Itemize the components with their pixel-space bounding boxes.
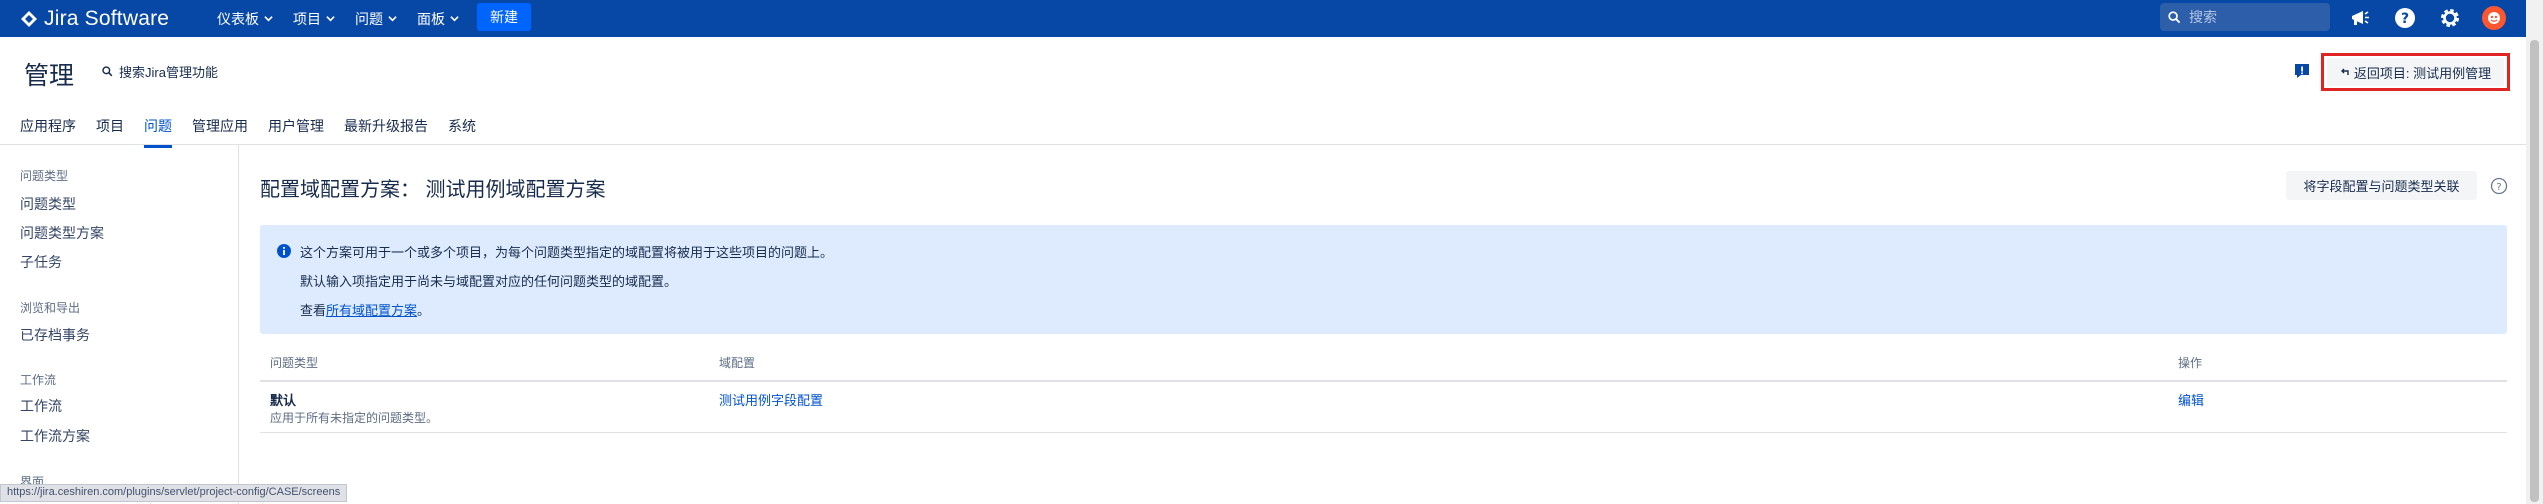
chevron-down-icon (388, 16, 397, 22)
top-navigation-bar: Jira Software 仪表板 项目 问题 面板 新建 ? (0, 0, 2543, 37)
help-icon[interactable]: ? (2392, 5, 2418, 31)
chevron-down-icon (450, 16, 459, 22)
svg-text:?: ? (2496, 182, 2501, 193)
settings-icon[interactable] (2437, 5, 2463, 31)
return-button-label: 返回项目: 测试用例管理 (2353, 65, 2492, 81)
admin-search-label: 搜索Jira管理功能 (119, 65, 218, 80)
search-icon (2168, 10, 2181, 23)
jira-logo[interactable]: Jira Software (20, 0, 169, 37)
notifications-icon[interactable] (2347, 5, 2373, 31)
sidebar-item-workflow-schemes[interactable]: 工作流方案 (20, 426, 90, 446)
nav-boards-label: 面板 (417, 10, 445, 27)
nav-issues-label: 问题 (355, 10, 383, 27)
tab-latest-upgrade-report[interactable]: 最新升级报告 (344, 116, 428, 146)
admin-tabs: 应用程序 项目 问题 管理应用 用户管理 最新升级报告 系统 (20, 116, 496, 148)
sidebar-heading-workflows: 工作流 (20, 373, 57, 387)
return-to-project-button[interactable]: 返回项目: 测试用例管理 (2321, 53, 2510, 91)
sidebar-item-archived-issues[interactable]: 已存档事务 (20, 325, 90, 345)
svg-text:?: ? (2401, 11, 2409, 27)
table-row-divider (260, 432, 2507, 433)
avatar[interactable] (2482, 6, 2506, 30)
row-issue-type: 默认 (270, 393, 297, 408)
create-button[interactable]: 新建 (477, 3, 531, 31)
nav-projects[interactable]: 项目 (293, 0, 335, 37)
info-line-3-prefix: 查看 (300, 303, 327, 318)
question-circle-icon[interactable]: ? (2490, 177, 2508, 195)
nav-boards[interactable]: 面板 (417, 0, 459, 37)
info-line-3: 查看所有域配置方案。 (300, 300, 430, 319)
global-search[interactable] (2160, 3, 2330, 31)
info-line-2: 默认输入项指定用于尚未与域配置对应的任何问题类型的域配置。 (300, 274, 678, 289)
tab-applications[interactable]: 应用程序 (20, 116, 76, 146)
link-preview-statusbar: https://jira.ceshiren.com/plugins/servle… (0, 484, 348, 502)
back-arrow-icon (2340, 68, 2349, 75)
row-edit-link[interactable]: 编辑 (2178, 390, 2204, 409)
info-message: 这个方案可用于一个或多个项目，为每个问题类型指定的域配置将被用于这些项目的问题上… (260, 225, 2507, 334)
nav-projects-label: 项目 (293, 10, 321, 27)
jira-diamond-icon (21, 10, 37, 27)
info-icon (277, 244, 291, 258)
tab-system[interactable]: 系统 (448, 116, 476, 146)
sidebar-heading-issue-types: 问题类型 (20, 169, 69, 183)
associate-field-config-button[interactable]: 将字段配置与问题类型关联 (2286, 171, 2477, 200)
feedback-icon[interactable] (2292, 61, 2312, 81)
all-field-config-schemes-link[interactable]: 所有域配置方案 (326, 303, 417, 318)
sidebar-item-issue-types[interactable]: 问题类型 (20, 194, 76, 214)
nav-issues[interactable]: 问题 (355, 0, 397, 37)
sidebar-heading-browse-export: 浏览和导出 (20, 301, 81, 315)
chevron-down-icon (264, 16, 273, 22)
sidebar-item-subtasks[interactable]: 子任务 (20, 252, 62, 272)
admin-page-title: 管理 (24, 62, 75, 90)
row-field-config-link[interactable]: 测试用例字段配置 (719, 390, 823, 409)
user-avatar-icon (2488, 12, 2500, 24)
column-header-actions: 操作 (2178, 356, 2203, 370)
scrollbar-thumb[interactable] (2530, 40, 2539, 502)
nav-dashboards-label: 仪表板 (217, 10, 259, 27)
sidebar-item-workflows[interactable]: 工作流 (20, 396, 62, 416)
row-issue-type-description: 应用于所有未指定的问题类型。 (270, 411, 439, 425)
chevron-down-icon (326, 16, 335, 22)
tab-manage-apps[interactable]: 管理应用 (192, 116, 248, 146)
page-scrollbar[interactable] (2526, 0, 2543, 504)
nav-dashboards[interactable]: 仪表板 (217, 0, 273, 37)
admin-sidebar: 问题类型 问题类型 问题类型方案 子任务 浏览和导出 已存档事务 工作流 工作流… (0, 145, 239, 504)
admin-search-link[interactable]: 搜索Jira管理功能 (102, 62, 218, 81)
info-line-3-suffix: 。 (417, 303, 431, 318)
tabs-divider (0, 144, 2526, 145)
tab-user-management[interactable]: 用户管理 (268, 116, 324, 146)
search-input[interactable] (2189, 9, 2319, 25)
column-header-issue-type: 问题类型 (270, 356, 319, 370)
column-header-field-config: 域配置 (719, 356, 756, 370)
info-line-1: 这个方案可用于一个或多个项目，为每个问题类型指定的域配置将被用于这些项目的问题上… (300, 245, 834, 260)
tab-issues[interactable]: 问题 (144, 116, 172, 148)
page-title: 配置域配置方案： 测试用例域配置方案 (260, 179, 606, 201)
search-icon (102, 66, 113, 77)
tab-projects[interactable]: 项目 (96, 116, 124, 146)
logo-text: Jira Software (44, 6, 170, 30)
table-header-divider (260, 380, 2507, 382)
sidebar-item-issue-type-schemes[interactable]: 问题类型方案 (20, 223, 104, 243)
